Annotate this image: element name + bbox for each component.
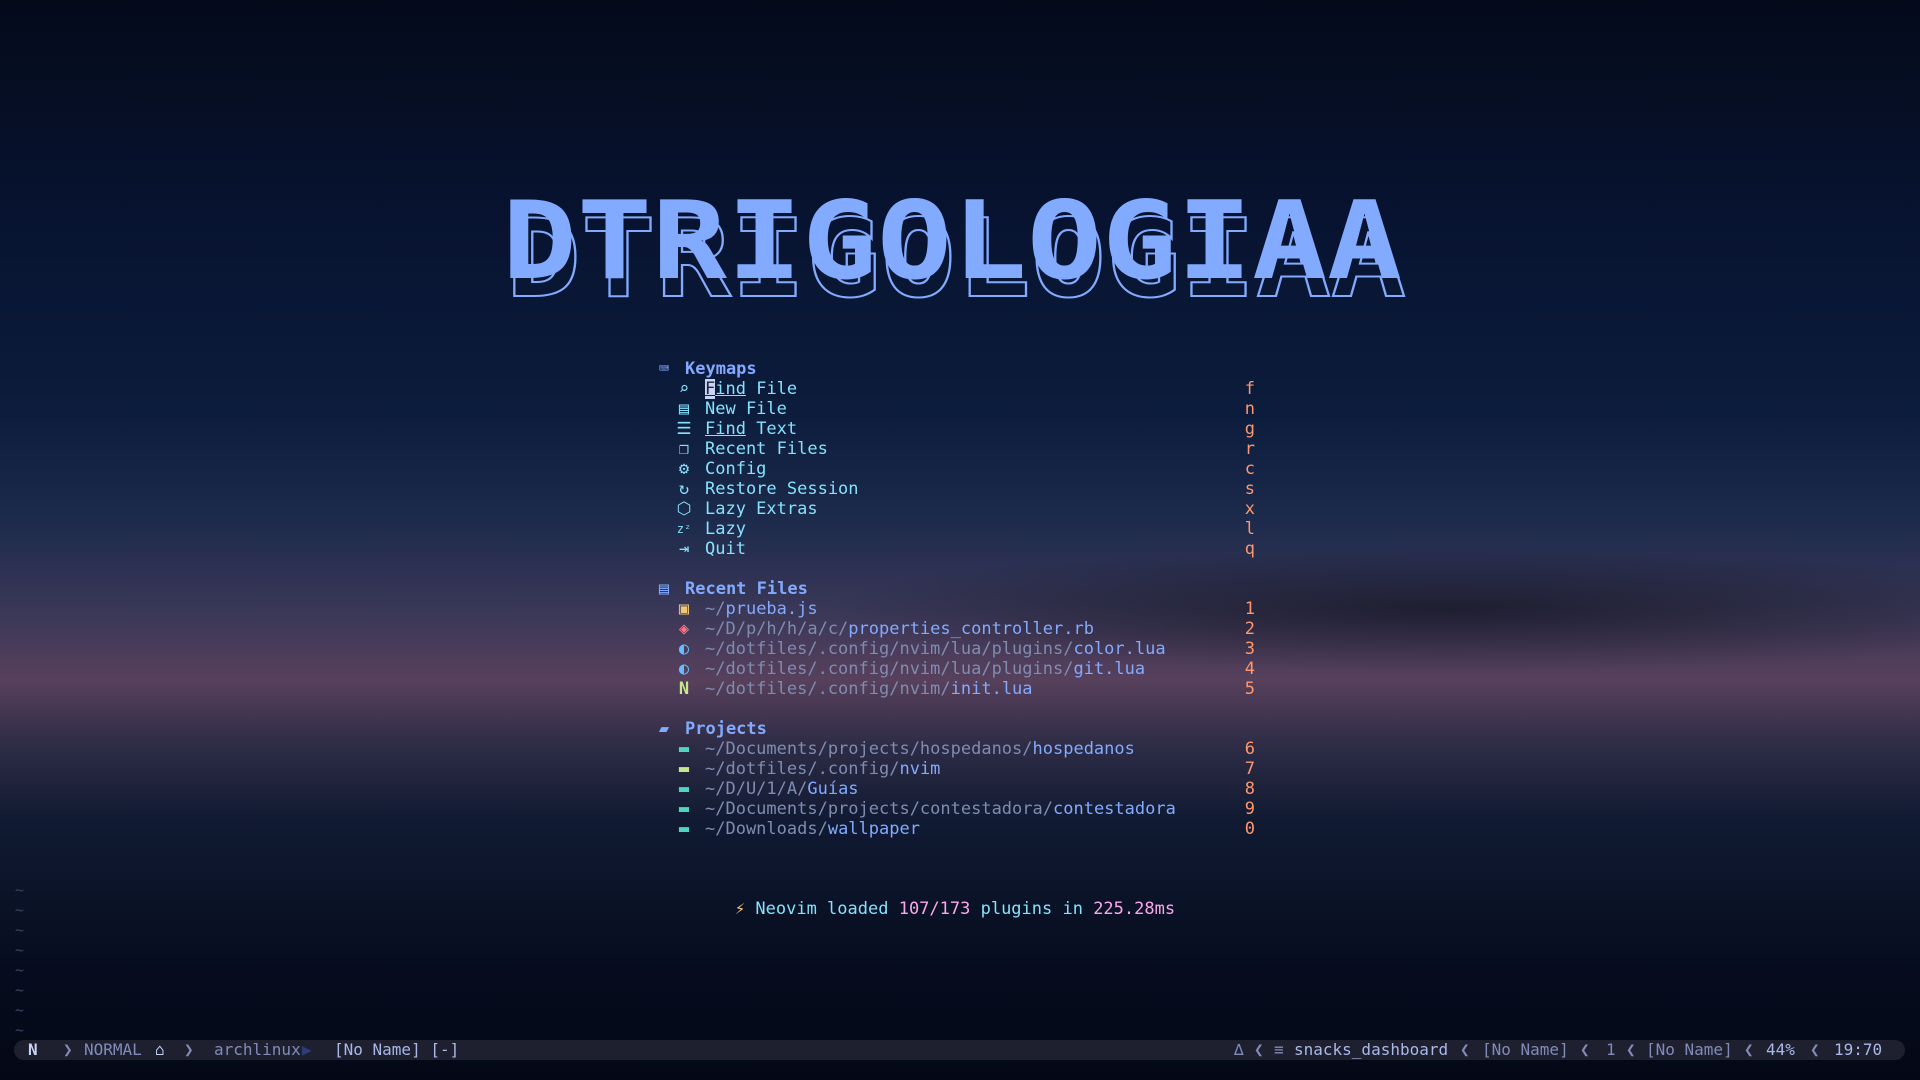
box-icon: ⬡ (676, 499, 692, 519)
shortcut-key: g (1244, 419, 1255, 439)
shortcut-key: n (1244, 399, 1255, 419)
separator-icon: ❮ (1460, 1040, 1470, 1059)
buffer-count: 1 (1606, 1040, 1616, 1059)
banner-text: DTRIGOLOGIAA (502, 179, 1402, 304)
project-item[interactable]: ▬ ~/dotfiles/.config/nvim 7 (655, 759, 1255, 779)
gear-icon: ⚙ (678, 459, 690, 479)
mode-indicator: NORMAL (84, 1040, 142, 1059)
cursor-position: 19:70 (1834, 1040, 1883, 1059)
shortcut-key: 6 (1244, 739, 1255, 759)
projects-title: Projects (685, 719, 767, 739)
shortcut-key: q (1244, 539, 1255, 559)
filetype: snacks_dashboard (1294, 1040, 1449, 1059)
search-icon: ⌕ (678, 379, 690, 399)
projects-header: ▰ Projects (655, 719, 1255, 739)
filetype-icon: ≡ (1274, 1040, 1284, 1059)
keyboard-icon: ⌨ (658, 359, 670, 379)
text-search-icon: ☰ (676, 419, 692, 439)
keymap-restore-session[interactable]: ↻ Restore Session s (655, 479, 1255, 499)
shortcut-key: r (1244, 439, 1255, 459)
shortcut-key: 2 (1244, 619, 1255, 639)
dashboard: ⌨ Keymaps ⌕ Find File f ▤ New File n ☰ F… (655, 359, 1255, 919)
js-file-icon: ▣ (678, 599, 690, 619)
file-icon: ▤ (658, 579, 670, 599)
cursor: F (705, 379, 716, 399)
folder-icon: ▬ (678, 819, 690, 839)
shortcut-key: l (1244, 519, 1255, 539)
separator-icon: ❯ (63, 1040, 73, 1059)
recent-files-header: ▤ Recent Files (655, 579, 1255, 599)
keymap-find-text[interactable]: ☰ Find Text g (655, 419, 1255, 439)
project-item[interactable]: ▬ ~/D/U/1/A/Guías 8 (655, 779, 1255, 799)
exit-icon: ⇥ (678, 539, 690, 559)
folder-icon: ▬ (678, 739, 690, 759)
dashboard-banner: DTRIGOLOGIAA DTRIGOLOGIAA (490, 178, 1415, 323)
folder-icon: ▬ (678, 799, 690, 819)
shortcut-key: 5 (1244, 679, 1255, 699)
shortcut-key: 1 (1244, 599, 1255, 619)
shortcut-key: 3 (1244, 639, 1255, 659)
keymap-find-file[interactable]: ⌕ Find File f (655, 379, 1255, 399)
sleep-icon: zᶻ (676, 522, 692, 536)
shortcut-key: 8 (1244, 779, 1255, 799)
scroll-percent: 44% (1766, 1040, 1795, 1059)
keymap-recent-files[interactable]: ❐ Recent Files r (655, 439, 1255, 459)
shortcut-key: 9 (1244, 799, 1255, 819)
empty-line-markers: ~ ~ ~ ~ ~ ~ ~ ~ (15, 881, 25, 1039)
file-icon: ▤ (678, 399, 690, 419)
separator-icon: ▶ (302, 1040, 312, 1059)
statusline: N ❯ NORMAL ⌂ ❯ archlinux ▶ [No Name] [-]… (14, 1040, 1905, 1060)
recent-file-item[interactable]: ▣ ~/prueba.js 1 (655, 599, 1255, 619)
project-item[interactable]: ▬ ~/Downloads/wallpaper 0 (655, 819, 1255, 839)
folder-open-icon: ▰ (658, 719, 670, 739)
keymaps-title: Keymaps (685, 359, 757, 379)
restore-icon: ↻ (678, 479, 690, 499)
lua-file-icon: ◐ (678, 659, 690, 679)
separator-icon: ❮ (1580, 1040, 1590, 1059)
file-name-secondary: [No Name] (1646, 1040, 1733, 1059)
lua-file-icon: ◐ (678, 639, 690, 659)
shortcut-key: 7 (1244, 759, 1255, 779)
recent-files-title: Recent Files (685, 579, 808, 599)
ruby-file-icon: ◈ (678, 619, 690, 639)
startup-stats: ⚡ Neovim loaded 107/173 plugins in 225.2… (734, 899, 1176, 919)
buffer-name[interactable]: [No Name] [-] (334, 1040, 459, 1060)
keymaps-header: ⌨ Keymaps (655, 359, 1255, 379)
copy-files-icon: ❐ (678, 439, 690, 459)
shortcut-key: s (1244, 479, 1255, 499)
shortcut-key: 0 (1244, 819, 1255, 839)
lightning-icon: ⚡ (734, 899, 746, 919)
folder-icon: ▬ (678, 759, 690, 779)
hostname: archlinux (214, 1040, 301, 1059)
keymap-lazy-extras[interactable]: ⬡ Lazy Extras x (655, 499, 1255, 519)
project-item[interactable]: ▬ ~/Documents/projects/contestadora/cont… (655, 799, 1255, 819)
project-item[interactable]: ▬ ~/Documents/projects/hospedanos/hosped… (655, 739, 1255, 759)
separator-icon: ❯ (184, 1040, 194, 1059)
shortcut-key: c (1244, 459, 1255, 479)
recent-file-item[interactable]: ◐ ~/dotfiles/.config/nvim/lua/plugins/gi… (655, 659, 1255, 679)
folder-icon: ▬ (678, 779, 690, 799)
separator-icon: ❮ (1810, 1040, 1820, 1059)
keymap-new-file[interactable]: ▤ New File n (655, 399, 1255, 419)
separator-icon: ❮ (1744, 1040, 1754, 1059)
separator-icon: ❮ (1254, 1040, 1264, 1059)
home-icon: ⌂ (155, 1040, 165, 1059)
shortcut-key: f (1244, 379, 1255, 399)
recent-file-item[interactable]: ◈ ~/D/p/h/h/a/c/properties_controller.rb… (655, 619, 1255, 639)
git-icon: ∆ (1234, 1040, 1244, 1059)
recent-file-item[interactable]: ◐ ~/dotfiles/.config/nvim/lua/plugins/co… (655, 639, 1255, 659)
shortcut-key: x (1244, 499, 1255, 519)
keymap-quit[interactable]: ⇥ Quit q (655, 539, 1255, 559)
keymap-config[interactable]: ⚙ Config c (655, 459, 1255, 479)
shortcut-key: 4 (1244, 659, 1255, 679)
neovim-icon: N (678, 679, 690, 699)
separator-icon: ❮ (1626, 1040, 1636, 1059)
keymap-lazy[interactable]: zᶻ Lazy l (655, 519, 1255, 539)
recent-file-item[interactable]: N ~/dotfiles/.config/nvim/init.lua 5 (655, 679, 1255, 699)
neovim-icon: N (28, 1040, 38, 1059)
file-name: [No Name] (1482, 1040, 1569, 1059)
